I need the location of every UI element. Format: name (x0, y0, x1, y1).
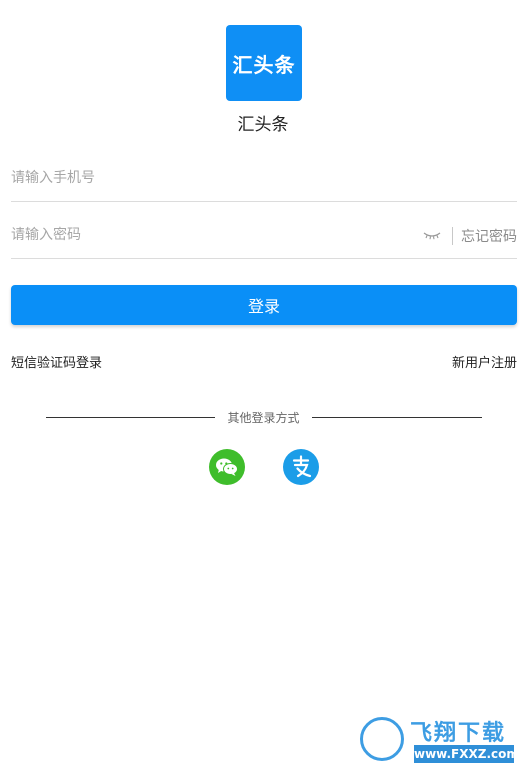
sms-login-link[interactable]: 短信验证码登录 (11, 352, 102, 371)
password-input[interactable] (11, 214, 411, 256)
watermark-title: 飞翔下载 (410, 721, 507, 746)
wechat-login-button[interactable] (209, 449, 245, 485)
divider-line-right (312, 417, 482, 418)
app-name: 汇头条 (237, 115, 289, 135)
other-login-label: 其他登录方式 (227, 411, 300, 425)
watermark-url: www.FXXZ.com (414, 745, 519, 763)
alipay-login-button[interactable] (283, 449, 319, 485)
register-link[interactable]: 新用户注册 (452, 352, 517, 371)
divider-line-left (46, 417, 215, 418)
app-logo: 汇头条 (226, 25, 302, 101)
login-button[interactable]: 登录 (11, 285, 517, 325)
phone-input[interactable] (11, 157, 511, 199)
app-logo-text: 汇头条 (232, 52, 296, 77)
login-screen: 汇头条 汇头条 忘记密码 登录 短信验证码登录 新用户注册 其他登录方式 (0, 0, 526, 774)
wechat-icon (216, 458, 238, 476)
eye-closed-icon[interactable] (423, 228, 441, 242)
forgot-password-link[interactable]: 忘记密码 (461, 226, 517, 246)
alipay-icon (292, 455, 312, 478)
field-divider (452, 227, 453, 245)
watermark-logo-icon (360, 717, 404, 761)
password-field: 忘记密码 (11, 214, 517, 259)
phone-field (11, 157, 517, 202)
watermark: 飞翔下载 www.FXXZ.com (358, 715, 520, 765)
